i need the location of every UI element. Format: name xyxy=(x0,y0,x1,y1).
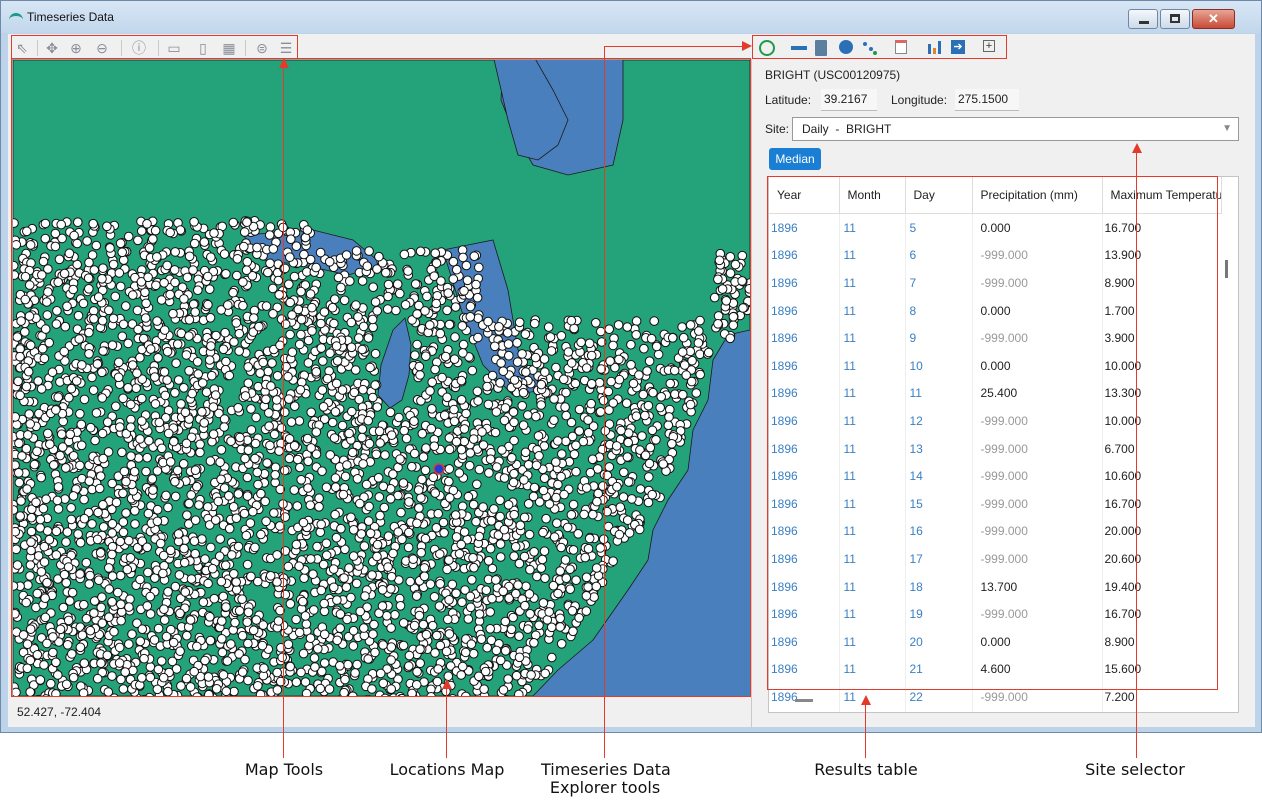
table-cell: 16.700 xyxy=(1101,710,1221,712)
site-selector-arrow xyxy=(1132,143,1142,153)
map-tools-arrow xyxy=(279,58,289,68)
maximize-button[interactable] xyxy=(1160,9,1190,29)
results-table-highlight xyxy=(767,176,1218,690)
title-bar[interactable]: Timeseries Data ✕ xyxy=(1,1,1261,33)
results-table-caption: Results table xyxy=(814,760,918,779)
pane-divider[interactable] xyxy=(751,59,752,727)
table-cell: 0.000 xyxy=(971,710,1102,712)
latitude-value[interactable]: 39.2167 xyxy=(821,89,877,111)
table-cell: 11 xyxy=(838,710,905,712)
app-icon xyxy=(9,13,23,22)
minimize-icon xyxy=(1139,21,1149,24)
results-table-arrow xyxy=(861,695,871,705)
site-selector-caption: Site selector xyxy=(1085,760,1185,779)
explorer-tools-caption-line2: Explorer tools xyxy=(549,778,661,797)
locations-map-caption: Locations Map xyxy=(389,760,505,779)
results-table-pointer xyxy=(865,705,866,758)
maximize-icon xyxy=(1170,14,1180,23)
locations-map-highlight xyxy=(11,58,751,697)
site-selector-value: Daily - BRIGHT xyxy=(802,122,892,136)
horizontal-scrollbar[interactable] xyxy=(795,699,813,702)
table-cell: 1896 xyxy=(769,711,839,712)
station-name: BRIGHT (USC00120975) xyxy=(765,68,901,82)
latitude-label: Latitude: xyxy=(765,93,812,107)
minimize-button[interactable] xyxy=(1128,9,1158,29)
table-cell: 23 xyxy=(904,710,972,712)
close-icon: ✕ xyxy=(1208,11,1219,26)
longitude-value[interactable]: 275.1500 xyxy=(955,89,1019,111)
longitude-label: Longitude: xyxy=(891,93,948,107)
locations-map-pointer xyxy=(446,688,447,758)
chevron-down-icon: ▼ xyxy=(1222,123,1232,134)
locations-map-arrow xyxy=(442,679,452,689)
window-title: Timeseries Data xyxy=(27,10,114,24)
median-button[interactable]: Median xyxy=(769,148,821,170)
map-tools-highlight xyxy=(11,35,298,59)
site-label: Site: xyxy=(765,122,790,136)
explorer-tools-pointer xyxy=(604,46,744,47)
explorer-tools-highlight xyxy=(752,35,1007,59)
explorer-tools-arrow xyxy=(742,41,752,51)
table-row[interactable]: 189611230.00016.700 xyxy=(769,710,1221,712)
explorer-tools-caption: Timeseries Data xyxy=(541,760,671,779)
map-tools-pointer xyxy=(283,68,284,758)
close-button[interactable]: ✕ xyxy=(1192,9,1235,29)
map-tools-caption: Map Tools xyxy=(244,760,324,779)
explorer-tools-pointer xyxy=(604,46,605,758)
cursor-coordinates: 52.427, -72.404 xyxy=(17,705,102,719)
site-selector[interactable]: Daily - BRIGHT ▼ xyxy=(792,117,1239,141)
vertical-scrollbar[interactable] xyxy=(1225,260,1228,278)
site-selector-pointer xyxy=(1136,153,1137,758)
